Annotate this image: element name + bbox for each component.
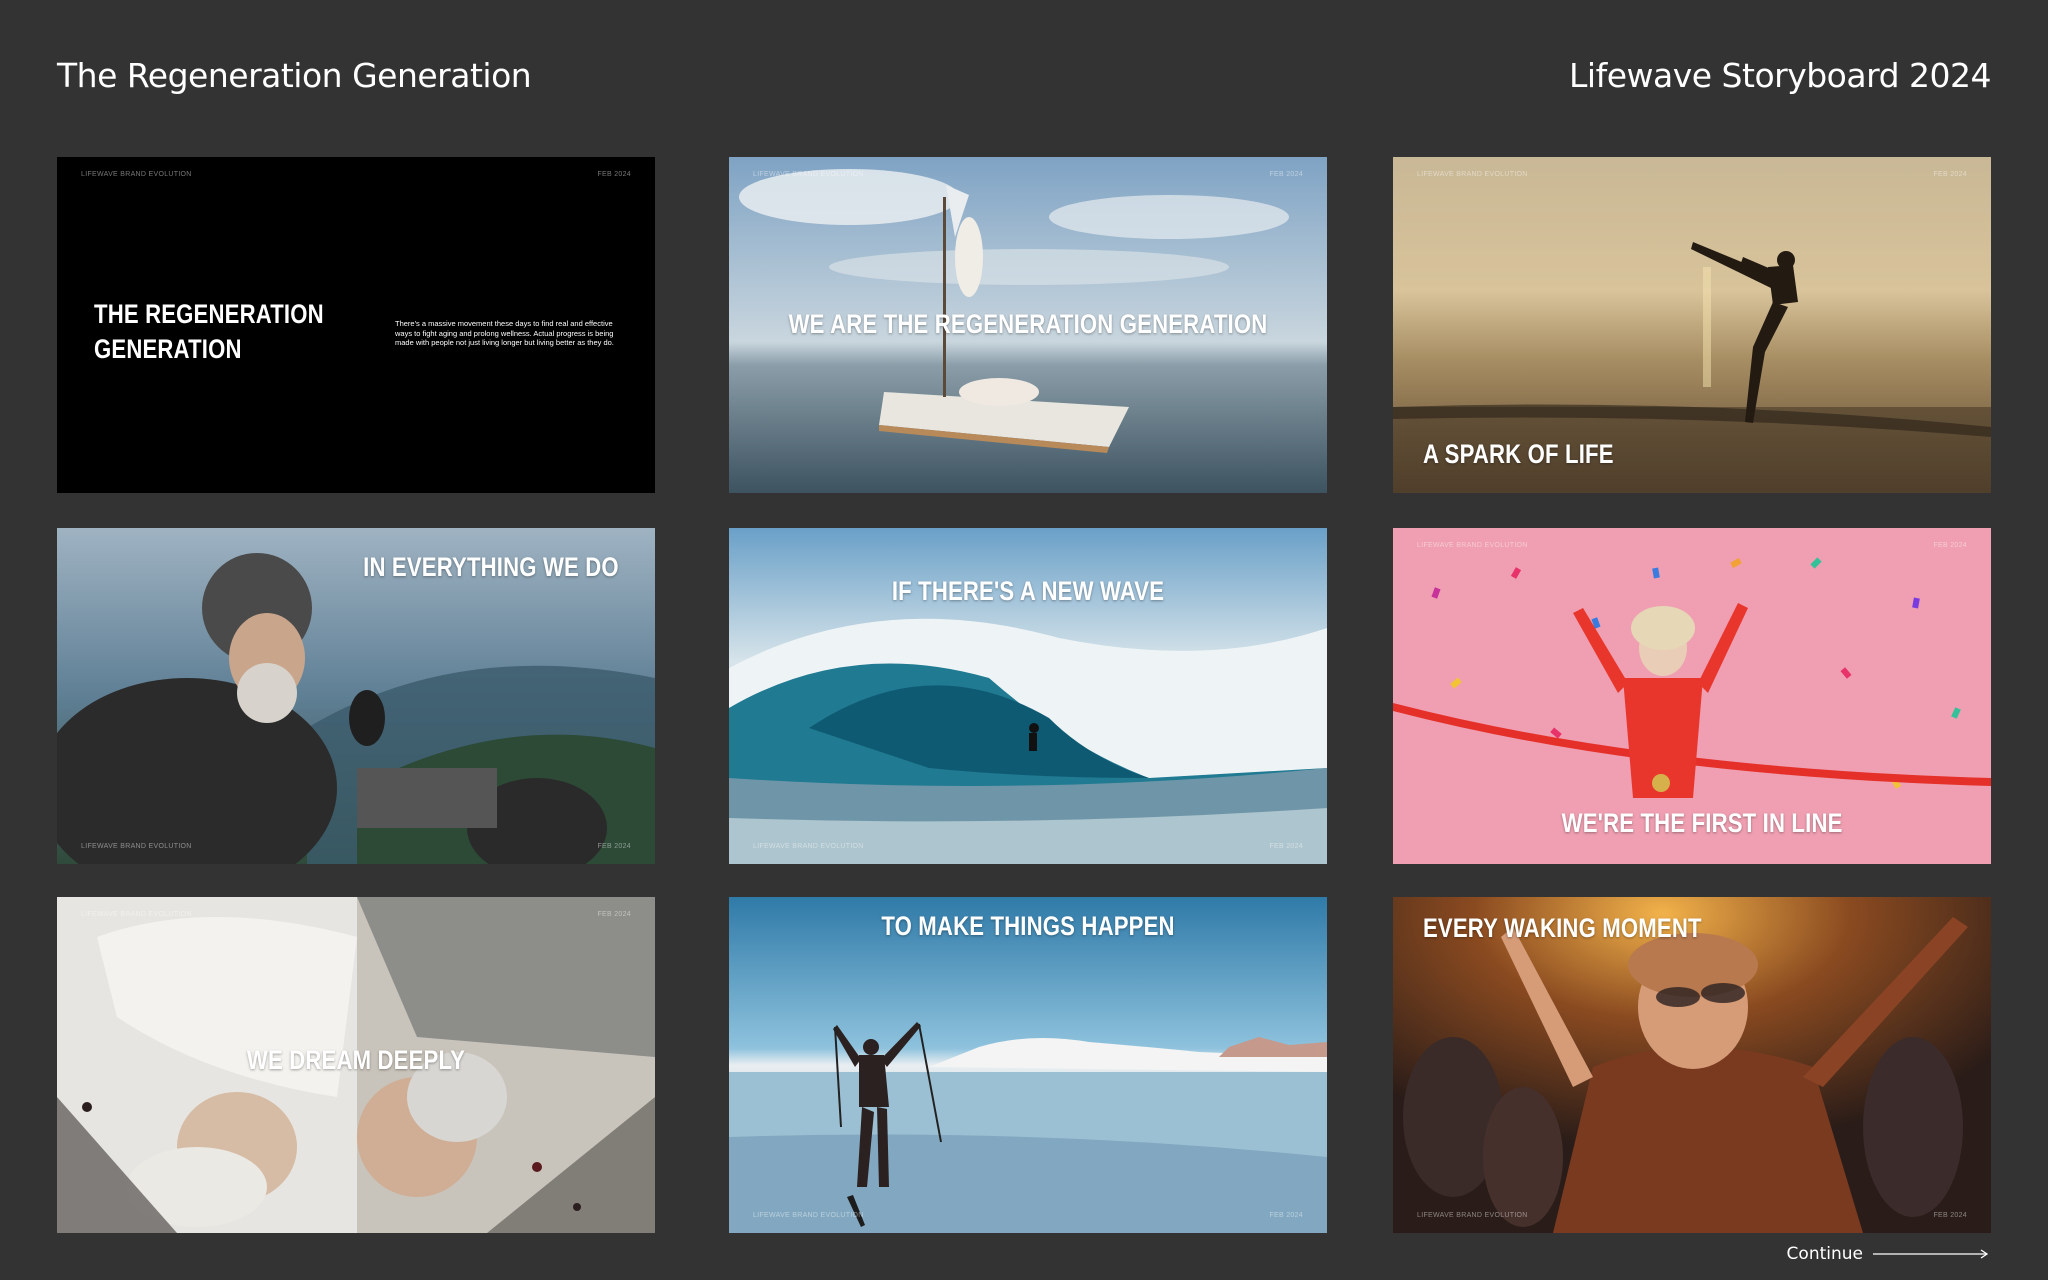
slide-card-3[interactable]: LIFEWAVE BRAND EVOLUTION FEB 2024 A SPAR…	[1393, 157, 1991, 493]
slide-8-caption: TO MAKE THINGS HAPPEN	[881, 911, 1175, 941]
continue-label: Continue	[1786, 1244, 1863, 1264]
slide-card-5[interactable]: LIFEWAVE BRAND EVOLUTION FEB 2024 IF THE…	[729, 528, 1327, 864]
slide-date-label: FEB 2024	[1933, 542, 1967, 549]
slide-card-7[interactable]: LIFEWAVE BRAND EVOLUTION FEB 2024 WE DRE…	[57, 897, 655, 1233]
slide-brand-label: LIFEWAVE BRAND EVOLUTION	[753, 171, 864, 178]
slide-date-label: FEB 2024	[1933, 1212, 1967, 1219]
slide-date-label: FEB 2024	[1269, 171, 1303, 178]
slide-2-caption: WE ARE THE REGENERATION GENERATION	[788, 309, 1268, 339]
slide-card-8[interactable]: LIFEWAVE BRAND EVOLUTION FEB 2024 TO MAK…	[729, 897, 1327, 1233]
slide-brand-label: LIFEWAVE BRAND EVOLUTION	[1417, 171, 1528, 178]
slide-3-caption: A SPARK OF LIFE	[1423, 439, 1614, 469]
storyboard-grid: LIFEWAVE BRAND EVOLUTION FEB 2024 THE RE…	[0, 0, 2048, 1280]
slide-brand-label: LIFEWAVE BRAND EVOLUTION	[753, 1212, 864, 1219]
slide-brand-label: LIFEWAVE BRAND EVOLUTION	[1417, 542, 1528, 549]
slide-8-image	[729, 897, 1327, 1233]
slide-9-image	[1393, 897, 1991, 1233]
slide-9-caption: EVERY WAKING MOMENT	[1423, 913, 1702, 943]
arrow-right-icon	[1873, 1249, 1989, 1259]
slide-date-label: FEB 2024	[1269, 1212, 1303, 1219]
slide-card-2[interactable]: LIFEWAVE BRAND EVOLUTION FEB 2024 WE ARE…	[729, 157, 1327, 493]
slide-card-1[interactable]: LIFEWAVE BRAND EVOLUTION FEB 2024 THE RE…	[57, 157, 655, 493]
slide-date-label: FEB 2024	[597, 911, 631, 918]
slide-date-label: FEB 2024	[597, 843, 631, 850]
slide-brand-label: LIFEWAVE BRAND EVOLUTION	[753, 843, 864, 850]
slide-4-caption: IN EVERYTHING WE DO	[363, 552, 619, 582]
slide-1-caption-line2: GENERATION	[94, 334, 242, 364]
continue-button[interactable]: Continue	[1787, 1244, 1991, 1264]
slide-6-caption: WE'RE THE FIRST IN LINE	[1562, 808, 1843, 838]
slide-date-label: FEB 2024	[1933, 171, 1967, 178]
slide-1-caption-line1: THE REGENERATION	[94, 299, 324, 329]
slide-card-9[interactable]: LIFEWAVE BRAND EVOLUTION FEB 2024 EVERY …	[1393, 897, 1991, 1233]
slide-brand-label: LIFEWAVE BRAND EVOLUTION	[1417, 1212, 1528, 1219]
slide-brand-label: LIFEWAVE BRAND EVOLUTION	[81, 171, 192, 178]
slide-date-label: FEB 2024	[597, 171, 631, 178]
slide-1-blurb: There's a massive movement these days to…	[395, 319, 614, 347]
slide-brand-label: LIFEWAVE BRAND EVOLUTION	[81, 843, 192, 850]
slide-brand-label: LIFEWAVE BRAND EVOLUTION	[81, 911, 192, 918]
slide-date-label: FEB 2024	[1269, 843, 1303, 850]
slide-5-caption: IF THERE'S A NEW WAVE	[891, 576, 1165, 606]
slide-7-caption: WE DREAM DEEPLY	[246, 1045, 466, 1075]
slide-card-6[interactable]: LIFEWAVE BRAND EVOLUTION FEB 2024 WE'RE …	[1393, 528, 1991, 864]
slide-1-caption: THE REGENERATION GENERATION	[94, 297, 324, 367]
slide-card-4[interactable]: LIFEWAVE BRAND EVOLUTION FEB 2024 IN EVE…	[57, 528, 655, 864]
